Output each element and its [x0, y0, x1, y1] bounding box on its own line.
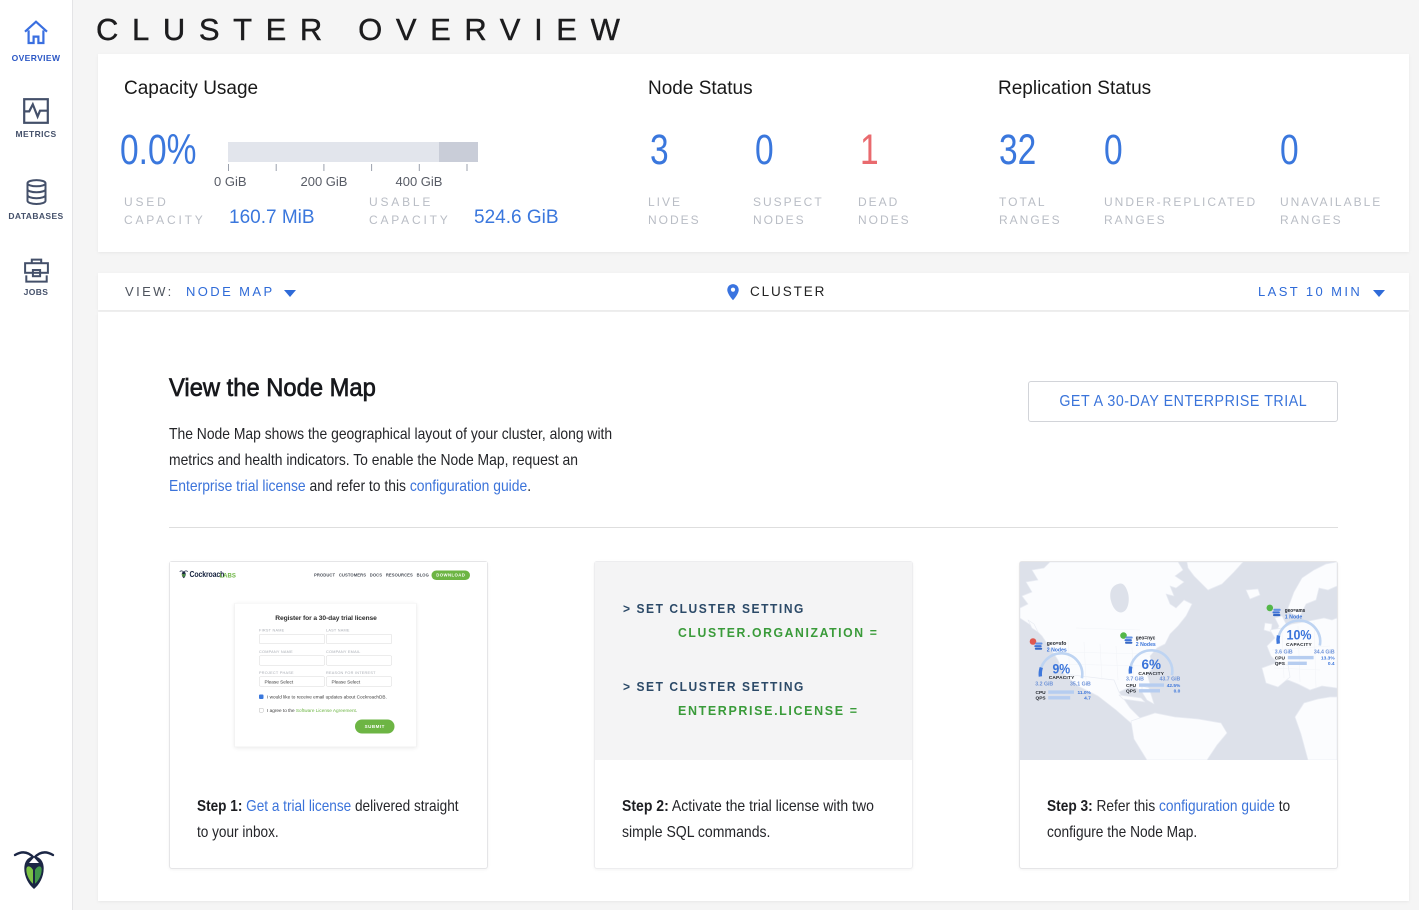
- svg-text:CPU: CPU: [1036, 690, 1047, 696]
- svg-text:geo=sfo: geo=sfo: [1047, 641, 1067, 647]
- svg-text:CAPACITY: CAPACITY: [1286, 642, 1312, 648]
- svg-text:3.2 GiB: 3.2 GiB: [1035, 682, 1053, 688]
- svg-text:CAPACITY: CAPACITY: [1049, 675, 1075, 681]
- svg-text:43.7 GiB: 43.7 GiB: [1160, 676, 1181, 682]
- svg-text:4.7: 4.7: [1084, 696, 1091, 702]
- svg-text:QPS: QPS: [1275, 661, 1286, 667]
- svg-text:3.6 GiB: 3.6 GiB: [1275, 649, 1293, 655]
- svg-text:0.0: 0.0: [1174, 689, 1181, 695]
- svg-text:3.7 GiB: 3.7 GiB: [1126, 676, 1144, 682]
- svg-text:9%: 9%: [1052, 660, 1070, 676]
- svg-text:10%: 10%: [1287, 626, 1312, 642]
- svg-text:6%: 6%: [1142, 656, 1162, 672]
- svg-text:CPU: CPU: [1275, 656, 1286, 662]
- svg-text:13.3%: 13.3%: [1321, 656, 1335, 662]
- svg-text:CPU: CPU: [1126, 683, 1137, 689]
- svg-text:11.0%: 11.0%: [1077, 690, 1091, 696]
- svg-text:0.4: 0.4: [1328, 661, 1335, 667]
- svg-text:geo=nyc: geo=nyc: [1136, 636, 1156, 642]
- svg-text:QPS: QPS: [1126, 689, 1137, 695]
- svg-text:42.5%: 42.5%: [1167, 683, 1181, 689]
- svg-text:34.4 GiB: 34.4 GiB: [1314, 649, 1335, 655]
- svg-text:2 Nodes: 2 Nodes: [1136, 642, 1156, 648]
- svg-text:QPS: QPS: [1036, 696, 1047, 702]
- svg-text:geo=ams: geo=ams: [1285, 608, 1306, 614]
- svg-text:35.1 GiB: 35.1 GiB: [1070, 682, 1091, 688]
